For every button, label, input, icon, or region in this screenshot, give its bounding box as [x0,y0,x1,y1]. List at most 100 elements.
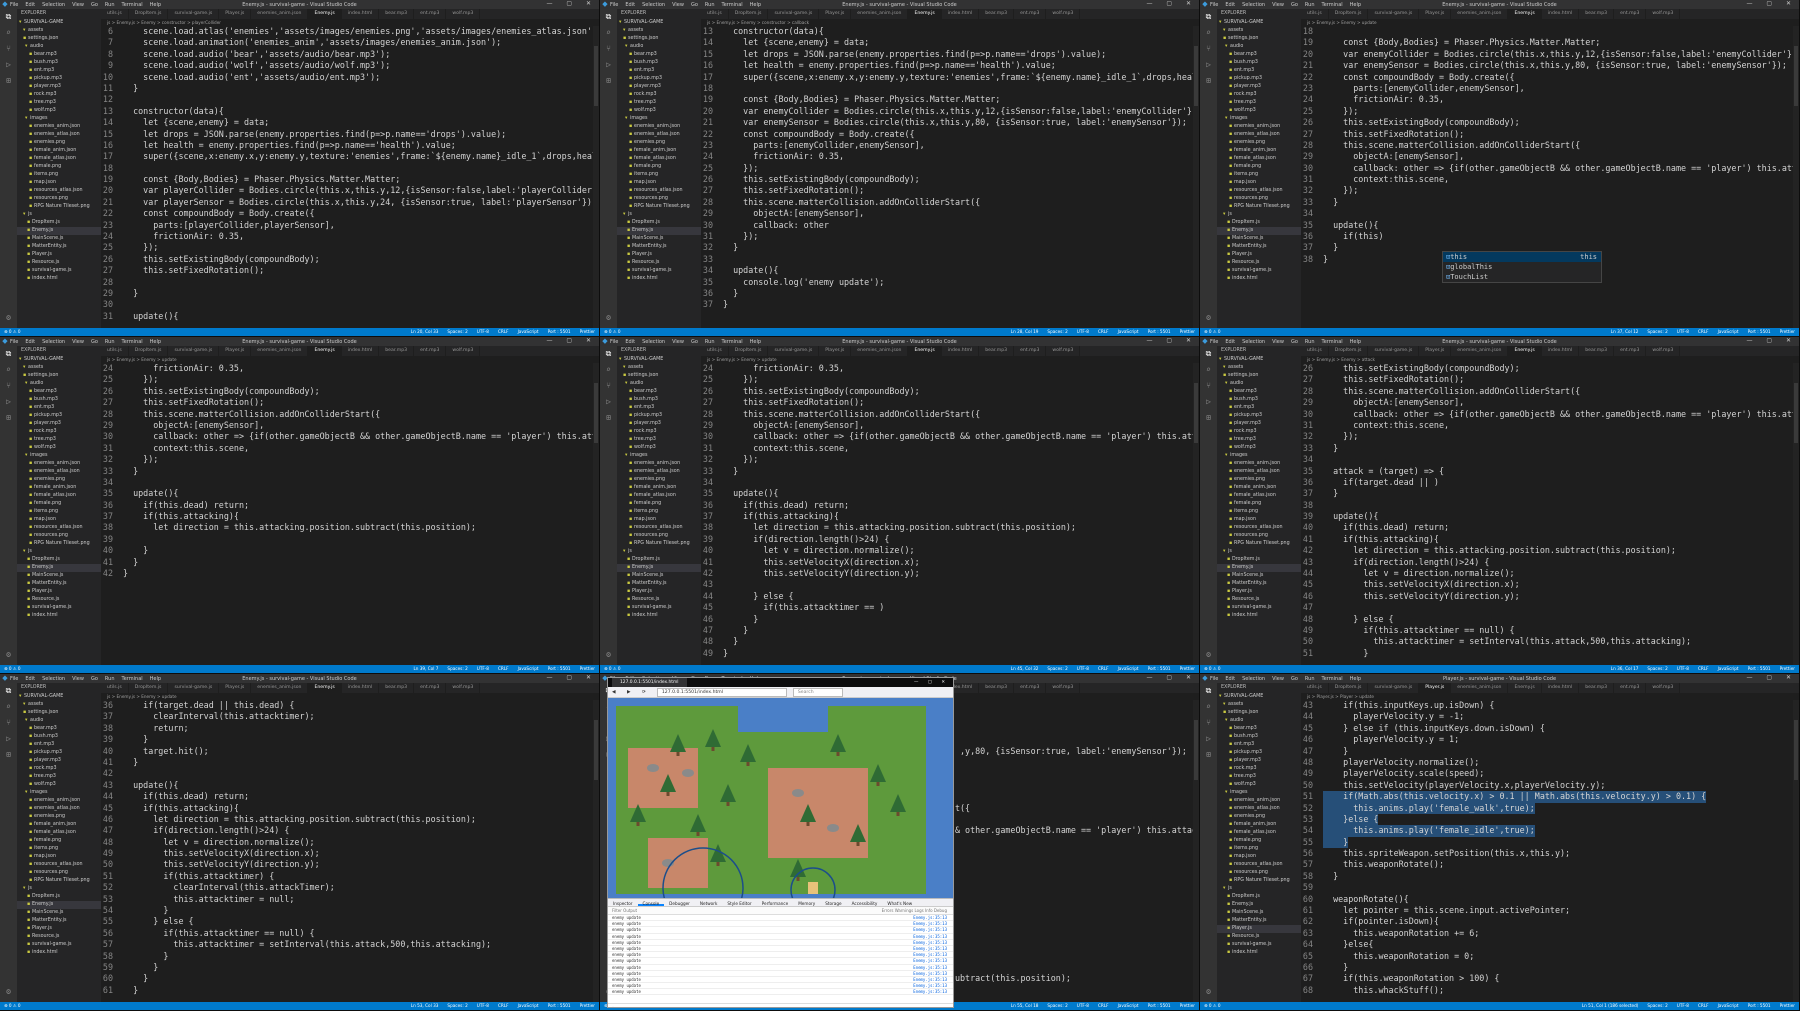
window-controls[interactable]: — ▢ ✕ [914,678,949,687]
menu-item[interactable]: File [1210,676,1218,682]
editor-tab[interactable]: utils.js [101,9,129,19]
explorer-file[interactable]: ▪Player.js [617,251,701,259]
explorer-file[interactable]: ▪resources.png [1217,195,1301,203]
minimap-scrollbar[interactable] [593,700,599,1002]
status-item[interactable]: Ln 36, Col 17 [1611,666,1639,671]
explorer-folder-audio[interactable]: ▾audio [1217,43,1301,51]
explorer-file[interactable]: ▪survival-game.js [1217,941,1301,949]
explorer-file[interactable]: ▪female_atlas.json [617,155,701,163]
explorer-file[interactable]: ▪survival-game.js [1217,604,1301,612]
editor-tab[interactable]: bear.mp3 [379,346,415,356]
explorer-file[interactable]: ▪female_atlas.json [1217,155,1301,163]
filter-input[interactable]: Filter Output [612,908,637,913]
explorer-file[interactable]: ▪RPG Nature Tileset.png [617,203,701,211]
menu-item[interactable]: Edit [25,339,35,345]
editor-tab[interactable]: DropItem.js [729,346,769,356]
explorer-file[interactable]: ▪MainScene.js [1217,235,1301,243]
explorer-file[interactable]: ▪resources.png [17,869,101,877]
explorer-file[interactable]: ▪wolf.mp3 [1217,781,1301,789]
editor-tab[interactable]: wolf.mp3 [1046,9,1081,19]
editor-tab[interactable]: bear.mp3 [379,9,415,19]
breadcrumb[interactable]: js > Enemy.js > Enemy > update [701,356,1199,363]
menu-item[interactable]: Run [1305,339,1315,345]
editor-tab[interactable]: wolf.mp3 [1046,346,1081,356]
menu-item[interactable]: Edit [1225,676,1235,682]
explorer-file[interactable]: ▪MainScene.js [17,235,101,243]
devtools-tab[interactable]: What's New [882,899,917,906]
explorer-file[interactable]: ▪resources_atlas.json [17,187,101,195]
explorer-file[interactable]: ▪pickup.mp3 [617,75,701,83]
extensions-icon[interactable]: ⊞ [0,410,17,426]
explorer-file[interactable]: ▪survival-game.js [17,604,101,612]
editor-tab[interactable]: wolf.mp3 [1646,9,1681,19]
minimap-scrollbar[interactable] [1793,26,1799,328]
explorer-icon[interactable]: ⧉ [0,346,17,362]
menu-item[interactable]: File [610,2,618,8]
explorer-file[interactable]: ▪index.html [617,612,701,620]
explorer-folder-js[interactable]: ▾js [617,211,701,219]
devtools-tab[interactable]: Network [695,899,722,906]
explorer-file[interactable]: ▪ent.mp3 [17,741,101,749]
explorer-file[interactable]: ▪female_anim.json [17,821,101,829]
editor-tab[interactable]: index.html [342,683,380,693]
explorer-file[interactable]: ▪resources.png [1217,532,1301,540]
editor-tab[interactable]: utils.js [1301,683,1329,693]
status-item[interactable]: JavaScript [1118,329,1139,334]
menu-item[interactable]: Terminal [122,2,143,8]
explorer-file[interactable]: ▪enemies_atlas.json [1217,468,1301,476]
explorer-file[interactable]: ▪Resource.js [1217,596,1301,604]
editor-tab[interactable]: wolf.mp3 [1646,683,1681,693]
explorer-folder-audio[interactable]: ▾audio [17,380,101,388]
status-item[interactable]: Spaces: 2 [1047,1003,1067,1008]
console-input[interactable]: » [608,1003,953,1007]
source-control-icon[interactable]: ⑂ [1200,41,1217,57]
explorer-folder-js[interactable]: ▾js [1217,548,1301,556]
menu-item[interactable]: Help [1350,339,1361,345]
explorer-file[interactable]: ▪map.json [17,853,101,861]
run-debug-icon[interactable]: ▷ [600,57,617,73]
explorer-file[interactable]: ▪enemies_anim.json [17,123,101,131]
explorer-file[interactable]: ▪enemies_atlas.json [1217,131,1301,139]
status-item[interactable]: JavaScript [518,329,539,334]
explorer-file[interactable]: ▪MatterEntity.js [617,580,701,588]
explorer-file[interactable]: ▪enemies_anim.json [17,460,101,468]
menu-item[interactable]: Run [1305,676,1315,682]
explorer-file[interactable]: ▪enemies_atlas.json [1217,805,1301,813]
editor-tab[interactable]: Player.js [1419,683,1452,693]
settings-gear-icon[interactable]: ⚙ [1200,310,1217,326]
editor-tab[interactable]: ent.mp3 [1614,346,1647,356]
status-item[interactable]: Ln 51, Col 1 (186 selected) [1582,1003,1639,1008]
status-item[interactable]: Ln 39, Col 7 [413,666,438,671]
editor-tab[interactable]: Player.js [219,346,252,356]
explorer-folder-audio[interactable]: ▾audio [17,717,101,725]
status-item[interactable]: Prettier [1180,1003,1195,1008]
menu-item[interactable]: Selection [42,339,65,345]
menu-item[interactable]: View [72,2,84,8]
editor-tab[interactable]: utils.js [1301,346,1329,356]
editor-tab[interactable]: index.html [342,9,380,19]
explorer-folder-js[interactable]: ▾js [1217,211,1301,219]
editor-tab[interactable]: Player.js [219,683,252,693]
breadcrumb[interactable]: js > Player.js > Player > update [1301,693,1799,700]
window-controls[interactable]: — ▢ ✕ [1146,0,1197,7]
editor-tab[interactable]: ent.mp3 [1614,9,1647,19]
search-icon[interactable]: ⌕ [1200,362,1217,378]
menu-item[interactable]: View [672,2,684,8]
explorer-file[interactable]: ▪Player.js [1217,251,1301,259]
problems-indicator[interactable]: ⊗ 0 ⚠ 0 [4,1003,21,1008]
status-item[interactable]: JavaScript [1118,1003,1139,1008]
editor-tab[interactable]: ent.mp3 [1014,9,1047,19]
explorer-file[interactable]: ▪pickup.mp3 [17,749,101,757]
editor-tab[interactable]: DropItem.js [729,9,769,19]
explorer-file[interactable]: ▪enemies.png [1217,139,1301,147]
status-item[interactable]: Port : 5501 [548,329,571,334]
problems-indicator[interactable]: ⊗ 0 ⚠ 0 [1204,666,1221,671]
editor-tab[interactable]: index.html [942,9,980,19]
explorer-item[interactable]: ▪settings.json [1217,372,1301,380]
settings-gear-icon[interactable]: ⚙ [0,647,17,663]
explorer-file[interactable]: ▪Player.js [1217,588,1301,596]
explorer-file[interactable]: ▪items.png [1217,845,1301,853]
status-item[interactable]: CRLF [1698,329,1709,334]
explorer-file[interactable]: ▪items.png [617,508,701,516]
editor-tab[interactable]: wolf.mp3 [446,9,481,19]
